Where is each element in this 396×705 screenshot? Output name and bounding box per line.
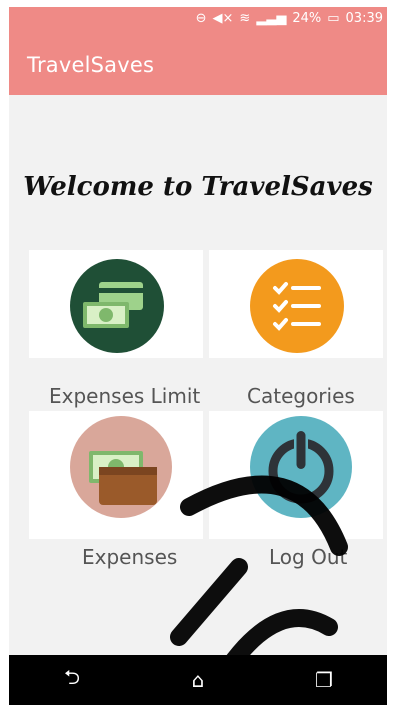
- status-bar: ⊖ ◀× ≋ ▂▃▅ 24% ▭ 03:39: [196, 11, 383, 26]
- tile-label-categories: Categories: [247, 384, 355, 408]
- tile-expenses-limit[interactable]: [29, 250, 203, 358]
- checklist-icon: [250, 259, 344, 353]
- welcome-heading: Welcome to TravelSaves: [23, 172, 373, 202]
- signal-icon: ▂▃▅: [256, 11, 287, 26]
- battery-percent: 24%: [292, 11, 322, 26]
- tile-label-expenses: Expenses: [82, 545, 178, 569]
- money-cards-icon: [70, 259, 164, 353]
- app-frame: ⊖ ◀× ≋ ▂▃▅ 24% ▭ 03:39 TravelSaves Welco…: [9, 7, 387, 705]
- wifi-icon: ≋: [239, 11, 251, 26]
- back-button[interactable]: ⮌: [52, 663, 92, 697]
- app-title: TravelSaves: [27, 53, 155, 77]
- tile-label-log-out: Log Out: [269, 545, 348, 569]
- tile-label-expenses-limit: Expenses Limit: [49, 384, 201, 408]
- recent-apps-button[interactable]: ❐: [304, 668, 344, 692]
- app-bar: ⊖ ◀× ≋ ▂▃▅ 24% ▭ 03:39 TravelSaves: [9, 7, 387, 95]
- tile-categories[interactable]: [209, 250, 383, 358]
- battery-icon: ▭: [327, 11, 340, 26]
- power-icon: [250, 416, 352, 518]
- tile-expenses[interactable]: [29, 411, 203, 539]
- home-button[interactable]: ⌂: [178, 668, 218, 692]
- tile-log-out[interactable]: [209, 411, 383, 539]
- mute-icon: ◀×: [212, 11, 234, 26]
- do-not-disturb-icon: ⊖: [195, 11, 207, 26]
- navigation-bar: ⮌ ⌂ ❐: [9, 655, 387, 705]
- time: 03:39: [345, 11, 383, 26]
- wallet-icon: [70, 416, 172, 518]
